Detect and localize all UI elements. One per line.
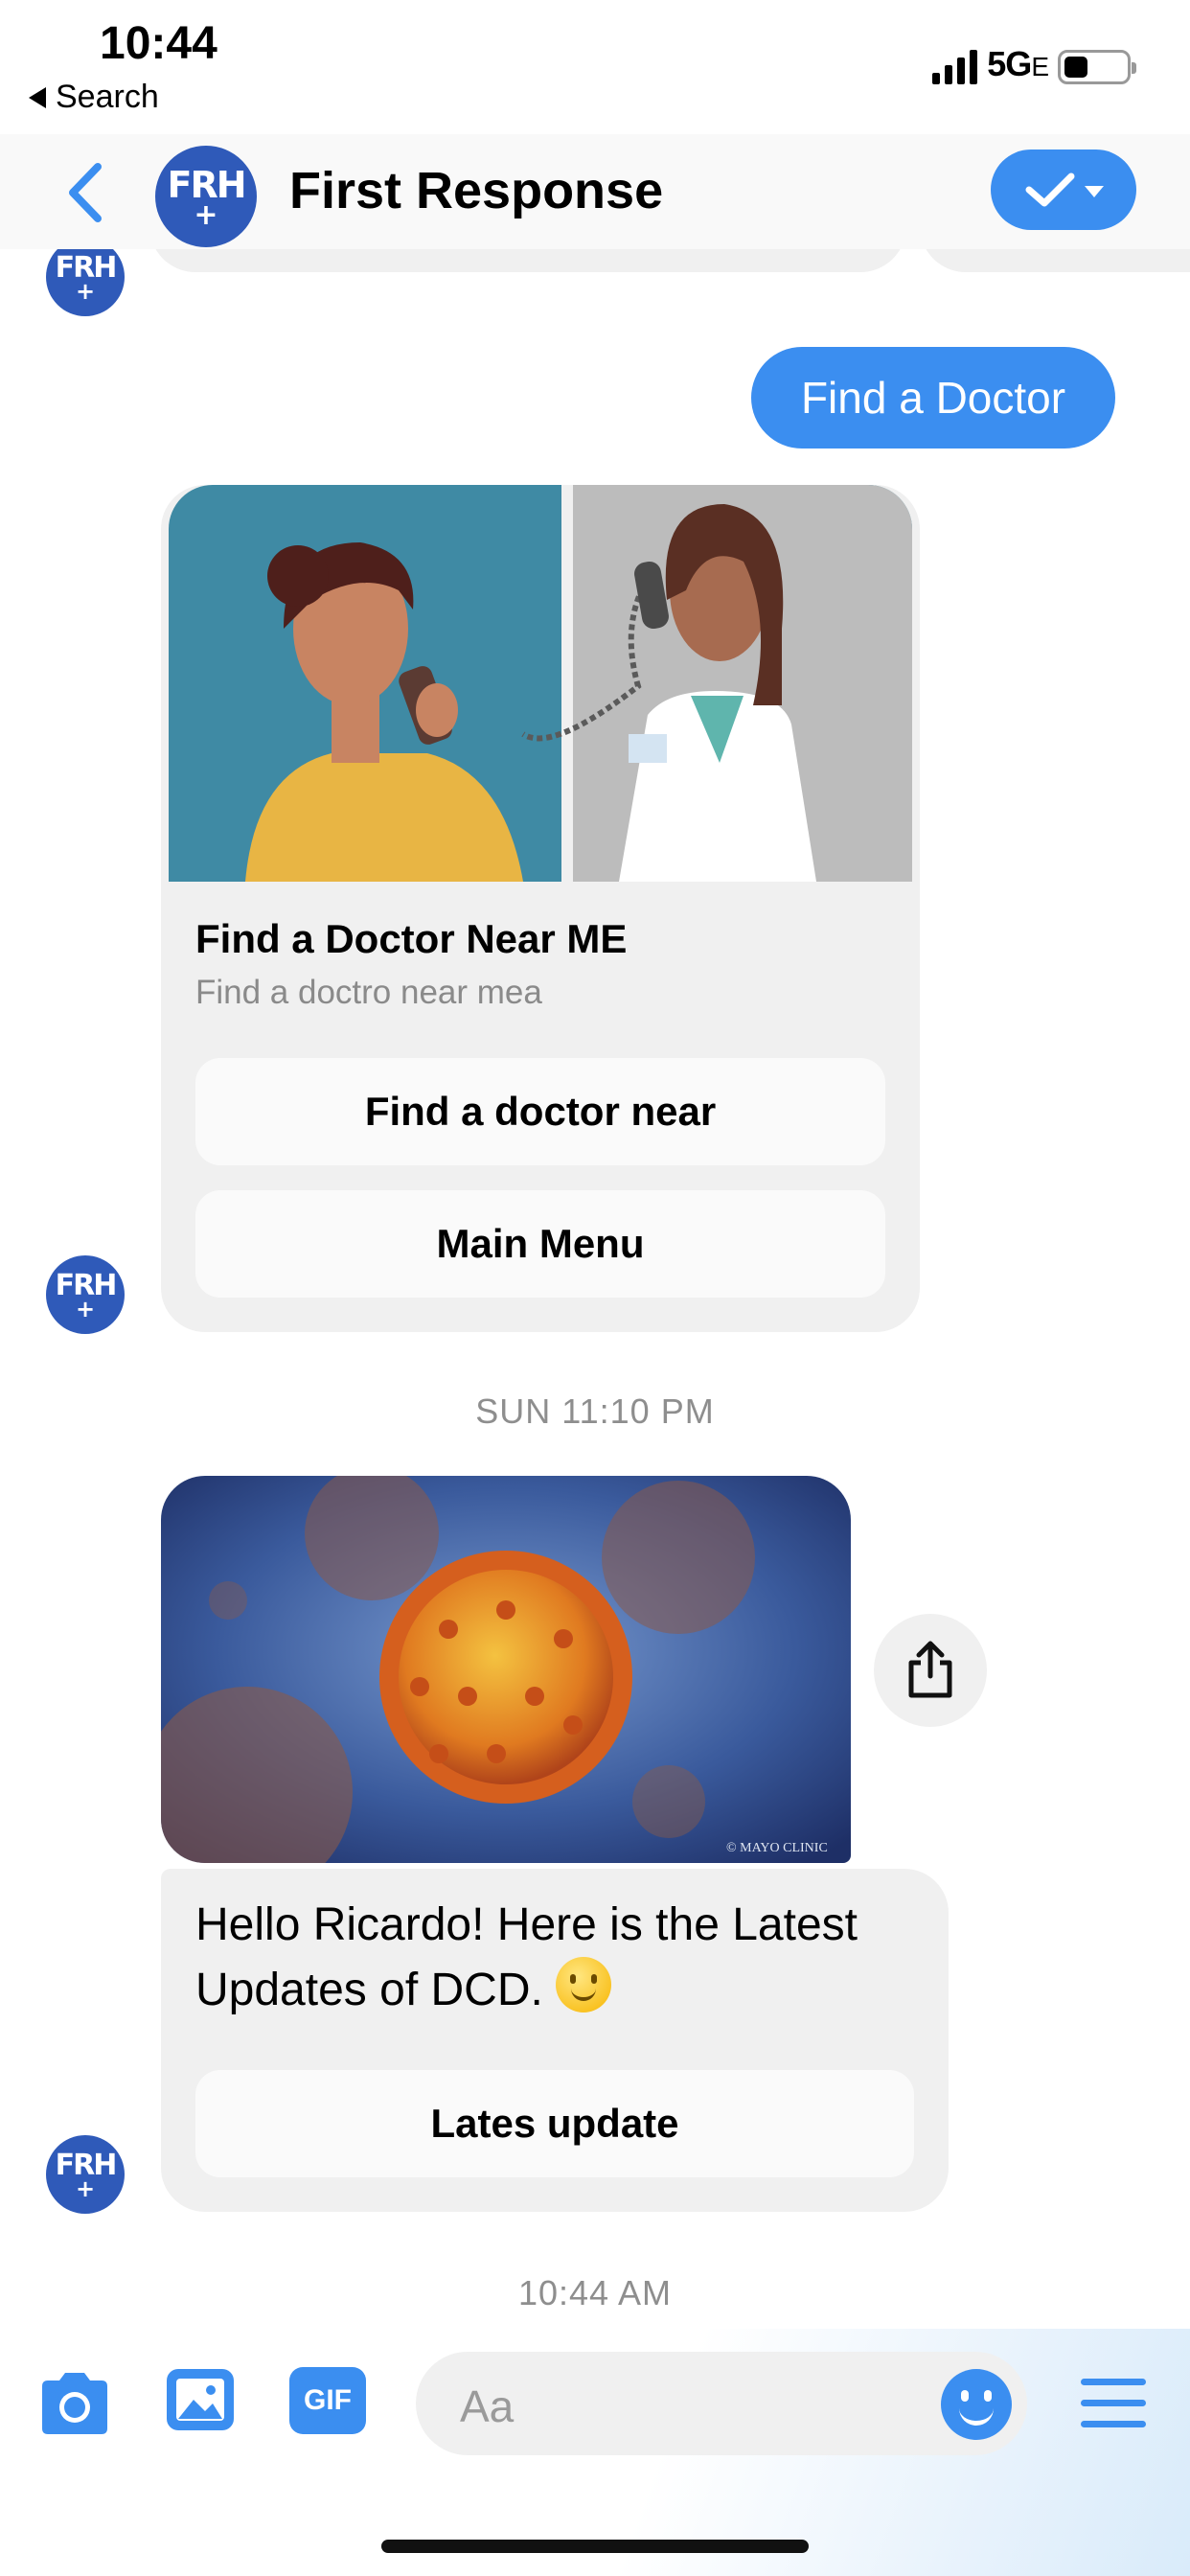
home-indicator[interactable] xyxy=(381,2540,809,2553)
avatar: FRH + xyxy=(46,249,125,316)
outgoing-message: Find a Doctor xyxy=(751,347,1115,448)
back-app-label: Search xyxy=(56,79,159,115)
battery-icon xyxy=(1058,50,1136,84)
back-triangle-icon xyxy=(29,86,46,108)
chat-header: FRH + First Response xyxy=(0,134,1190,249)
card-subtitle: Find a doctro near mea xyxy=(195,974,542,1011)
actions-button[interactable] xyxy=(991,150,1136,230)
avatar: FRH + xyxy=(46,1255,125,1334)
doctor-card: Find a Doctor Near ME Find a doctro near… xyxy=(161,485,920,1332)
status-time: 10:44 xyxy=(100,18,217,69)
previous-card-fragment xyxy=(149,249,906,272)
news-text: Hello Ricardo! Here is the Latest Update… xyxy=(195,1899,858,2015)
signal-icon xyxy=(932,50,978,84)
slight-smile-emoji-icon xyxy=(556,1957,612,2012)
network-label: 5GE xyxy=(987,44,1049,83)
card-title: Find a Doctor Near ME xyxy=(195,916,628,961)
checkmark-icon xyxy=(1025,172,1075,207)
news-image[interactable]: © MAYO CLINIC xyxy=(161,1476,851,1863)
page-title[interactable]: First Response xyxy=(289,161,663,220)
camera-icon[interactable] xyxy=(36,2369,113,2438)
timestamp: SUN 11:10 PM xyxy=(475,1392,715,1431)
share-button[interactable] xyxy=(874,1614,987,1727)
menu-icon[interactable] xyxy=(1079,2377,1148,2430)
svg-text:© MAYO CLINIC: © MAYO CLINIC xyxy=(726,1841,828,1855)
status-indicators: 5GE xyxy=(932,44,1136,84)
page-avatar[interactable]: FRH + xyxy=(155,146,257,247)
message-placeholder: Aa xyxy=(460,2381,515,2431)
message-list[interactable]: FRH + Find a Doctor Find a Doctor Near M… xyxy=(0,249,1190,2329)
message-input[interactable]: Aa xyxy=(416,2352,1027,2455)
emoji-icon[interactable] xyxy=(941,2369,1012,2440)
back-chevron-icon[interactable] xyxy=(59,161,113,224)
gif-icon[interactable]: GIF xyxy=(289,2367,366,2434)
avatar: FRH + xyxy=(46,2135,125,2214)
find-doctor-near-button[interactable]: Find a doctor near xyxy=(195,1058,885,1165)
chevron-down-icon xyxy=(1085,186,1104,197)
share-icon xyxy=(908,1641,952,1698)
back-to-search[interactable]: Search xyxy=(29,79,159,116)
latest-update-button[interactable]: Lates update xyxy=(195,2070,914,2177)
timestamp: 10:44 AM xyxy=(517,2273,673,2312)
doctor-card-image xyxy=(169,485,912,882)
previous-card-fragment-2 xyxy=(920,249,1190,272)
main-menu-button[interactable]: Main Menu xyxy=(195,1190,885,1298)
news-message: Hello Ricardo! Here is the Latest Update… xyxy=(161,1869,949,2212)
photo-icon[interactable] xyxy=(165,2367,236,2432)
